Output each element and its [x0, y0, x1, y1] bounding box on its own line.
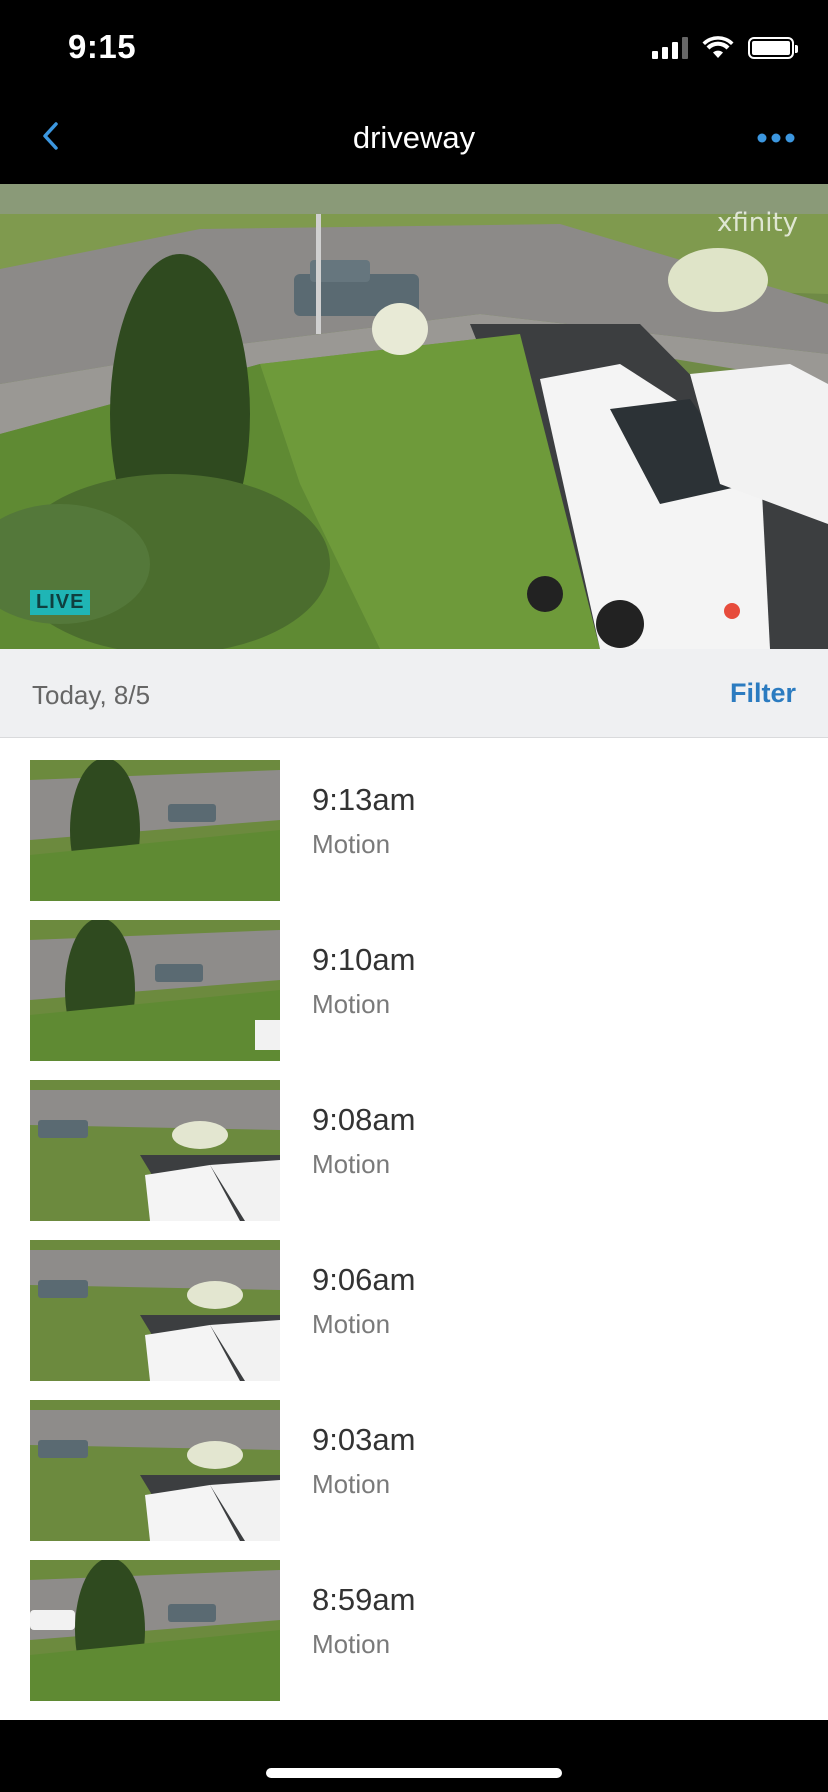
status-time: 9:15	[68, 28, 137, 65]
recording-indicator-icon	[724, 603, 740, 619]
event-type: Motion	[312, 1469, 391, 1499]
event-time: 9:08am	[312, 1102, 416, 1137]
date-label: Today, 8/5	[32, 680, 151, 710]
event-thumbnail	[30, 1560, 280, 1701]
event-thumbnail	[30, 760, 280, 901]
list-item[interactable]: 9:10am Motion	[0, 898, 828, 1061]
nav-bar: driveway	[0, 96, 828, 184]
event-thumbnail	[30, 1240, 280, 1381]
wifi-icon	[702, 36, 734, 58]
event-type: Motion	[312, 829, 391, 859]
event-time: 9:13am	[312, 782, 416, 817]
home-indicator[interactable]	[266, 1768, 562, 1778]
date-header: Today, 8/5 Filter	[0, 649, 828, 738]
more-options-button[interactable]	[750, 118, 802, 158]
live-camera-view[interactable]: xfinity LIVE	[0, 184, 828, 649]
event-type: Motion	[312, 989, 391, 1019]
list-item[interactable]: 9:06am Motion	[0, 1218, 828, 1381]
list-item[interactable]: 9:03am Motion	[0, 1378, 828, 1541]
list-item[interactable]: 9:08am Motion	[0, 1058, 828, 1221]
event-thumbnail	[30, 920, 280, 1061]
event-type: Motion	[312, 1309, 391, 1339]
event-type: Motion	[312, 1149, 391, 1179]
live-badge: LIVE	[30, 590, 91, 615]
event-list[interactable]: 9:13am Motion 9:10am Motion 9:08am Motio…	[0, 738, 828, 1720]
page-title: driveway	[352, 120, 476, 155]
ellipsis-icon	[757, 133, 795, 143]
event-time: 9:06am	[312, 1262, 416, 1297]
event-time: 8:59am	[312, 1582, 416, 1617]
list-item[interactable]: 8:59am Motion	[0, 1538, 828, 1701]
cellular-signal-icon	[652, 37, 688, 59]
home-bar-area	[0, 1720, 828, 1792]
event-thumbnail	[30, 1400, 280, 1541]
status-bar: 9:15	[0, 0, 828, 96]
camera-feed-image	[0, 184, 828, 649]
event-type: Motion	[312, 1629, 391, 1659]
event-thumbnail	[30, 1080, 280, 1221]
list-item[interactable]: 9:13am Motion	[0, 738, 828, 901]
event-time: 9:03am	[312, 1422, 416, 1457]
event-time: 9:10am	[312, 942, 416, 977]
xfinity-watermark: xfinity	[716, 208, 798, 238]
filter-button[interactable]: Filter	[730, 678, 796, 709]
battery-icon	[748, 37, 798, 59]
status-icons	[652, 36, 798, 60]
